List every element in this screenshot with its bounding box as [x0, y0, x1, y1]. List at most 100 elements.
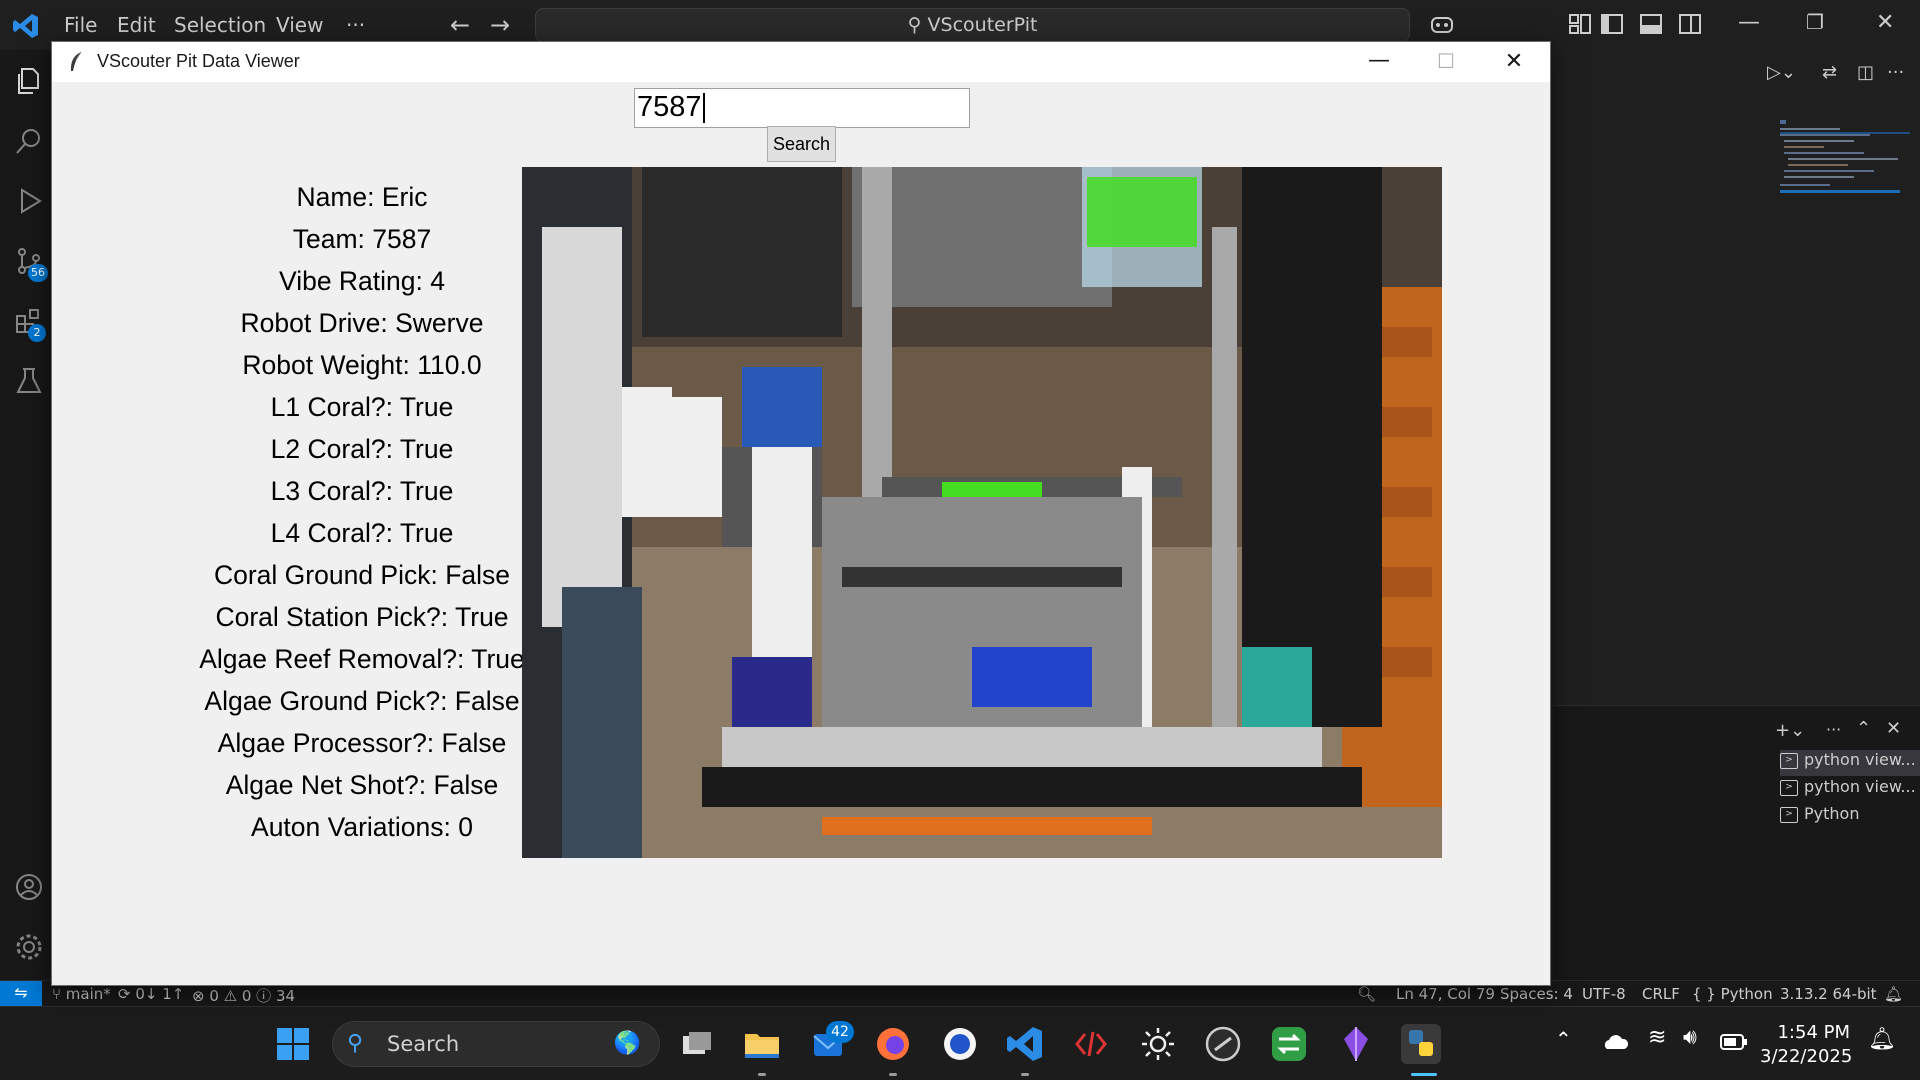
menu-more[interactable]: ··· [346, 13, 365, 37]
minimap[interactable] [1780, 120, 1910, 220]
command-center[interactable]: ⚲ VScouterPit [535, 8, 1410, 42]
team-search-input[interactable]: 7587 [634, 88, 970, 128]
field-robot-drive: Robot Drive: Swerve [240, 308, 484, 338]
indentation[interactable]: Spaces: 4 [1500, 985, 1573, 1003]
crystal-app-icon[interactable] [1336, 1024, 1376, 1064]
command-center-label: VScouterPit [927, 14, 1038, 36]
toggle-secondary-sidebar-icon[interactable] [1676, 10, 1704, 38]
editor-toolbar: ▷⌄ ⇄ ◫ ··· [1550, 60, 1920, 94]
taskbar-search[interactable]: ⚲ Search 🌎 [332, 1021, 660, 1067]
search-button[interactable]: Search [767, 126, 836, 162]
maximize-panel-icon[interactable]: ⌃ [1856, 718, 1871, 739]
field-l4-coral: L4 Coral?: True [270, 518, 454, 548]
field-algae-reef-removal: Algae Reef Removal?: True [199, 644, 525, 674]
compare-icon[interactable]: ⇄ [1822, 62, 1837, 83]
maximize-button[interactable]: ☐ [1416, 42, 1476, 82]
menu-selection[interactable]: Selection [174, 13, 266, 37]
sync-label: 0↓ 1↑ [135, 985, 185, 1003]
notifications-bell-icon[interactable]: 🔔︎ [1884, 985, 1903, 1003]
file-explorer-icon[interactable] [742, 1024, 782, 1064]
problems-status[interactable]: ⊗ 0 ⚠ 0 ⓘ 34 [192, 985, 295, 1006]
search-icon: ⚲ [347, 1031, 364, 1056]
branch-label: main* [65, 985, 111, 1003]
search-icon: ⚲ [907, 14, 922, 36]
split-editor-icon[interactable]: ◫ [1857, 62, 1874, 83]
terminal-icon: > [1780, 806, 1798, 823]
panel-more-icon[interactable]: ··· [1826, 720, 1841, 739]
terminal-tab-1[interactable]: > python view... [1780, 750, 1920, 776]
field-auton-variations: Auton Variations: 0 [251, 812, 473, 842]
run-icon[interactable]: ▷⌄ [1767, 62, 1796, 83]
window-title-bar[interactable]: VScouter Pit Data Viewer — ☐ ✕ [52, 42, 1550, 82]
terminal-panel: +⌄ ··· ⌃ ✕ [1553, 705, 1920, 980]
task-view-icon[interactable] [677, 1024, 717, 1064]
menu-edit[interactable]: Edit [117, 13, 156, 37]
windows-start-icon[interactable] [273, 1024, 313, 1064]
battery-icon[interactable] [1720, 1033, 1748, 1051]
brightness-icon[interactable] [1138, 1024, 1178, 1064]
chevron-up-icon[interactable]: ⌃ [1555, 1027, 1572, 1051]
sync-app-icon[interactable] [1269, 1024, 1309, 1064]
pit-data-viewer-window: VScouter Pit Data Viewer — ☐ ✕ 7587 Sear… [51, 41, 1551, 986]
terminal-tab-3[interactable]: > Python [1780, 804, 1859, 830]
manage-gear-icon[interactable] [14, 932, 44, 962]
more-actions-icon[interactable]: ··· [1887, 62, 1904, 83]
code-tool-icon[interactable] [1071, 1024, 1111, 1064]
active-indicator [1411, 1073, 1437, 1076]
copilot-icon[interactable] [1428, 10, 1456, 38]
source-control-badge: 56 [28, 264, 48, 282]
terminal-icon: > [1780, 779, 1798, 796]
forward-arrow-icon[interactable]: → [490, 11, 510, 39]
vscode-taskbar-icon[interactable] [1005, 1024, 1045, 1064]
encoding[interactable]: UTF-8 [1582, 985, 1626, 1003]
firefox-icon[interactable] [873, 1024, 913, 1064]
clock-date: 3/22/2025 [1760, 1046, 1853, 1067]
language-mode[interactable]: { } Python [1692, 985, 1773, 1003]
wifi-icon[interactable]: ≋ [1648, 1025, 1666, 1050]
run-debug-icon[interactable] [14, 186, 44, 216]
menu-file[interactable]: File [64, 13, 97, 37]
windows-taskbar: ⚲ Search 🌎 42 ⌃ ≋ 🔊︎ 1:54 PM 3/22/2025 🔔… [0, 1006, 1920, 1080]
python-app-icon[interactable] [1401, 1024, 1441, 1064]
line-ending[interactable]: CRLF [1642, 985, 1680, 1003]
minimize-button[interactable]: — [1349, 42, 1409, 82]
field-l1-coral: L1 Coral?: True [270, 392, 454, 422]
search-icon[interactable] [14, 126, 44, 156]
mail-badge: 42 [826, 1021, 854, 1043]
close-icon[interactable]: ✕ [1876, 10, 1904, 38]
remote-icon[interactable]: ⇋ [0, 981, 42, 1007]
field-l2-coral: L2 Coral?: True [270, 434, 454, 464]
toggle-panel-icon[interactable] [1637, 10, 1665, 38]
search-input-value: 7587 [637, 91, 702, 123]
zoom-icon[interactable]: 🔍︎ [1357, 985, 1376, 1003]
sync-icon: ⟳ [118, 985, 136, 1003]
minimize-icon[interactable]: — [1738, 10, 1766, 38]
new-terminal-icon[interactable]: +⌄ [1775, 720, 1805, 741]
cursor-position[interactable]: Ln 47, Col 79 [1396, 985, 1495, 1003]
driver-station-icon[interactable] [1203, 1024, 1243, 1064]
close-button[interactable]: ✕ [1484, 42, 1544, 82]
onedrive-cloud-icon[interactable] [1600, 1029, 1630, 1053]
menu-view[interactable]: View [276, 13, 323, 37]
notifications-icon[interactable]: 🔔︎ [1868, 1027, 1896, 1052]
robot-photo [522, 167, 1442, 858]
field-robot-weight: Robot Weight: 110.0 [242, 350, 482, 380]
branch-status[interactable]: ⑂ main* [52, 985, 111, 1003]
terminal-tab-2[interactable]: > python view... [1780, 777, 1916, 803]
field-name: Name: Eric [296, 182, 428, 212]
explorer-icon[interactable] [14, 66, 44, 96]
volume-icon[interactable]: 🔊︎ [1683, 1025, 1697, 1050]
python-interpreter[interactable]: 3.13.2 64-bit [1780, 985, 1877, 1003]
accounts-icon[interactable] [14, 872, 44, 902]
sync-status[interactable]: ⟳ 0↓ 1↑ [118, 985, 184, 1003]
text-caret [702, 93, 705, 124]
restore-icon[interactable]: ❐ [1806, 10, 1834, 38]
testing-icon[interactable] [14, 366, 44, 396]
back-arrow-icon[interactable]: ← [450, 11, 470, 39]
search-highlight-icon: 🌎 [613, 1031, 641, 1056]
toggle-sidebar-icon[interactable] [1598, 10, 1626, 38]
close-panel-icon[interactable]: ✕ [1886, 718, 1901, 739]
customize-layout-icon[interactable] [1566, 10, 1594, 38]
system-clock[interactable]: 1:54 PM 3/22/2025 [1760, 1021, 1853, 1069]
app-w-icon[interactable] [940, 1024, 980, 1064]
